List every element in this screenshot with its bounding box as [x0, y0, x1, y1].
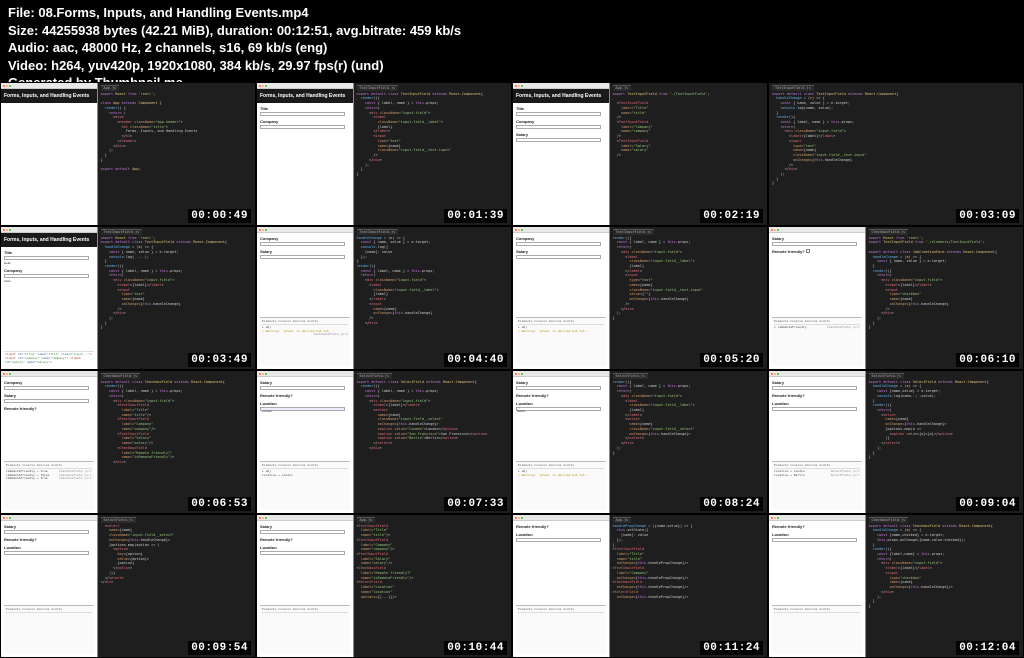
devtools[interactable]: Elements Console Sources Audits ▸ obj ⚠ … — [260, 317, 350, 366]
code-editor: App.js import React from 'react'; class … — [98, 83, 255, 225]
thumb-13: Salary Remote friendly? Location Element… — [0, 514, 256, 658]
thumb-12: Salary Remote friendly? Location Element… — [768, 370, 1024, 514]
duration-label: duration: — [217, 23, 273, 38]
audio-value: aac, 48000 Hz, 2 channels, s16, 69 kb/s … — [53, 40, 328, 55]
thumb-7: Company Salary Elements Console Sources … — [512, 226, 768, 370]
metadata-header: File: 08.Forms, Inputs, and Handling Eve… — [0, 0, 1024, 94]
thumb-5: Forms, Inputs, and Handling Events Title… — [0, 226, 256, 370]
size-value: 44255938 bytes (42.21 MiB), — [42, 23, 213, 38]
avgbitrate-value: 459 kb/s — [410, 23, 461, 38]
file-label: File: — [8, 5, 35, 20]
title-input[interactable] — [260, 112, 345, 116]
app-title: Forms, Inputs, and Handling Events — [1, 89, 97, 103]
remote-checkbox[interactable] — [806, 249, 810, 253]
duration-value: 00:12:51, — [277, 23, 333, 38]
thumb-16: Remote friendly? Location Elements Conso… — [768, 514, 1024, 658]
thumb-6: Company Salary Elements Console Sources … — [256, 226, 512, 370]
timestamp: 00:00:49 — [188, 209, 251, 223]
location-select[interactable]: London — [260, 407, 345, 411]
avgbitrate-label: avg.bitrate: — [336, 23, 406, 38]
thumb-15: Remote friendly? Location Elements Conso… — [512, 514, 768, 658]
thumbnail-grid: Forms, Inputs, and Handling Events App.j… — [0, 82, 1024, 658]
audio-label: Audio: — [8, 40, 49, 55]
thumb-2: Forms, Inputs, and Handling Events Title… — [256, 82, 512, 226]
file-value: 08.Forms, Inputs, and Handling Events.mp… — [38, 5, 308, 20]
video-label: Video: — [8, 58, 48, 73]
thumb-8: Salary Remote friendly? Elements Console… — [768, 226, 1024, 370]
video-value: h264, yuv420p, 1920x1080, 384 kb/s, 29.9… — [51, 58, 383, 73]
thumb-4: TextInputField.js export default class T… — [768, 82, 1024, 226]
thumb-14: Salary Remote friendly? Location Element… — [256, 514, 512, 658]
thumb-3: Forms, Inputs, and Handling Events Title… — [512, 82, 768, 226]
thumb-10: Salary Remote friendly? LocationLondon E… — [256, 370, 512, 514]
thumb-9: Company Salary Remote friendly? Elements… — [0, 370, 256, 514]
thumb-1: Forms, Inputs, and Handling Events App.j… — [0, 82, 256, 226]
thumb-11: Salary Remote friendly? LocationSelect E… — [512, 370, 768, 514]
code-editor: TextInputField.js export default class T… — [354, 83, 511, 225]
company-input[interactable] — [260, 125, 345, 129]
timestamp: 00:01:39 — [444, 209, 507, 223]
size-label: Size: — [8, 23, 38, 38]
